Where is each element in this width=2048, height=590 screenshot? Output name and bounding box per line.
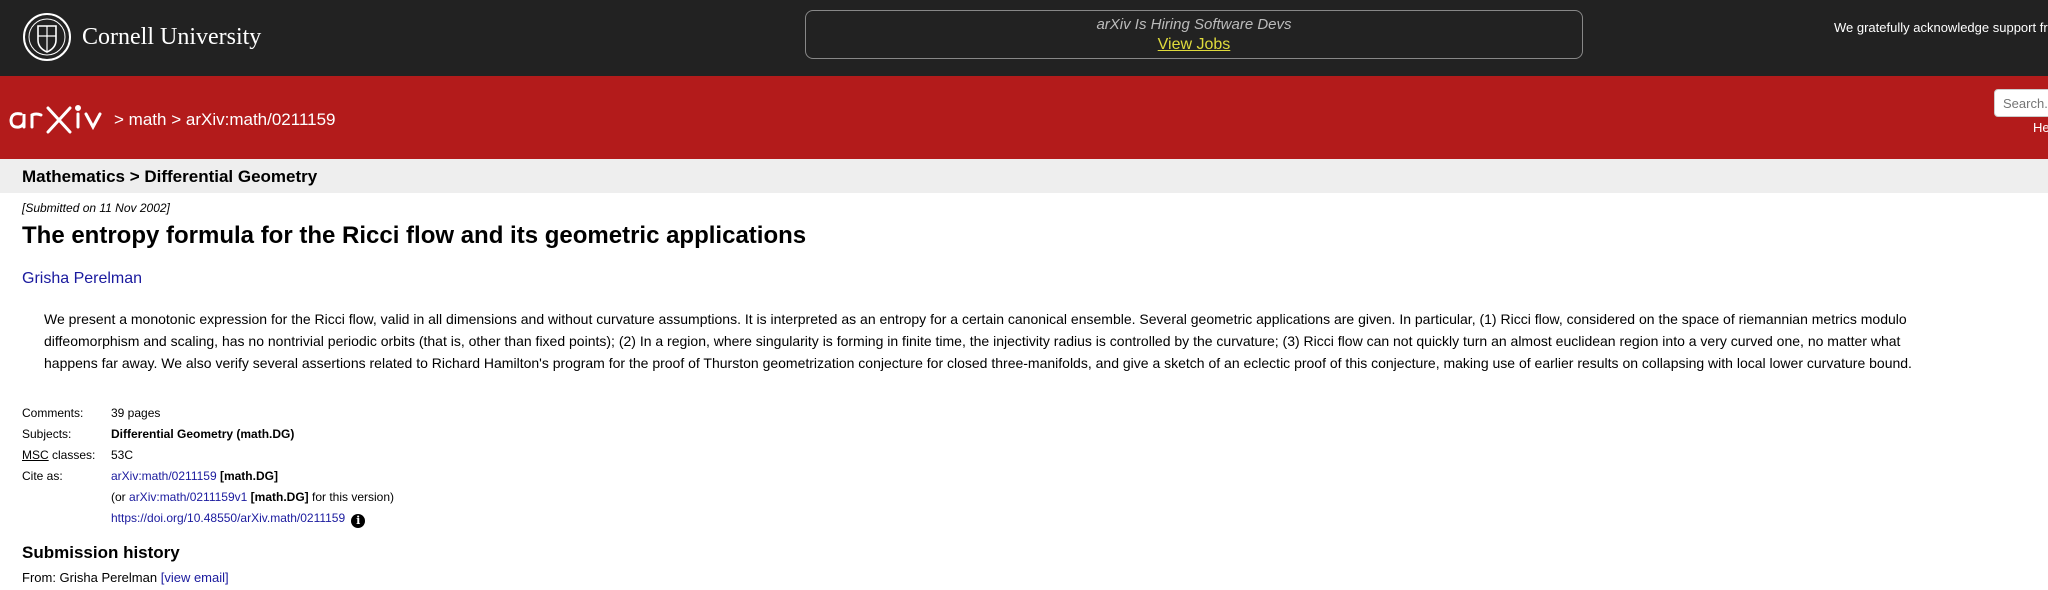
info-icon[interactable]: i: [351, 514, 366, 528]
msc-abbreviation[interactable]: MSC: [22, 448, 49, 462]
breadcrumb: > math > arXiv:math/0211159: [114, 110, 336, 130]
abstract-line: happens far away. We also verify several…: [44, 355, 1912, 371]
breadcrumb-separator: >: [171, 110, 182, 129]
breadcrumb-separator: >: [114, 110, 124, 129]
msc-label: MSC classes:: [22, 445, 111, 466]
paper-title: The entropy formula for the Ricci flow a…: [22, 222, 807, 249]
submission-from: From: Grisha Perelman [view email]: [22, 570, 229, 585]
abstract: We present a monotonic expression for th…: [44, 308, 2024, 374]
doi-row: https://doi.org/10.48550/arXiv.math/0211…: [22, 508, 394, 529]
cite-version-suffix: for this version): [312, 490, 395, 504]
submission-from-label: From: Grisha Perelman: [22, 570, 158, 585]
abstract-line: We present a monotonic expression for th…: [44, 311, 1907, 327]
cornell-home-link[interactable]: Cornell University: [22, 10, 261, 64]
cite-label: Cite as:: [22, 469, 63, 483]
msc-label-text: classes:: [52, 448, 96, 462]
arxiv-logo-icon: [9, 105, 102, 134]
comments-label: Comments:: [22, 406, 84, 420]
support-acknowledgement: We gratefully acknowledge support fr: [1834, 20, 2048, 35]
cite-version-category: [math.DG]: [250, 490, 309, 504]
breadcrumb-math-link[interactable]: math: [129, 110, 167, 129]
doi-value: https://doi.org/10.48550/arXiv.math/0211…: [111, 508, 366, 529]
cite-category: [math.DG]: [219, 469, 278, 483]
subject-bar: Mathematics > Differential Geometry: [0, 159, 2048, 193]
cornell-seal-icon: [23, 13, 71, 61]
cornell-university-name: Cornell University: [82, 23, 262, 50]
help-link[interactable]: He: [2033, 120, 2048, 135]
subject-heading: Mathematics > Differential Geometry: [22, 167, 318, 186]
metadata-table: Comments: 39 pages Subjects: Differentia…: [22, 403, 394, 529]
cite-row: Cite as: arXiv:math/0211159 [math.DG]: [22, 466, 394, 487]
cite-version-prefix: (or: [111, 490, 126, 504]
author-link[interactable]: Grisha Perelman: [22, 270, 142, 288]
subjects-row: Subjects: Differential Geometry (math.DG…: [22, 424, 394, 445]
cite-version-link[interactable]: arXiv:math/0211159v1: [129, 490, 247, 504]
doi-link[interactable]: https://doi.org/10.48550/arXiv.math/0211…: [111, 511, 345, 525]
top-bar: Cornell University arXiv Is Hiring Softw…: [0, 0, 2048, 76]
msc-row: MSC classes: 53C: [22, 445, 394, 466]
subjects-value: Differential Geometry (math.DG): [111, 427, 295, 441]
cite-version: (or arXiv:math/0211159v1 [math.DG] for t…: [111, 487, 394, 508]
abstract-line: diffeomorphism and scaling, has no nontr…: [44, 333, 1901, 349]
view-jobs-link[interactable]: View Jobs: [1158, 36, 1231, 54]
msc-value: 53C: [111, 448, 134, 462]
comments-value: 39 pages: [111, 406, 161, 420]
cite-id-link[interactable]: arXiv:math/0211159: [111, 469, 217, 483]
cite-version-row: (or arXiv:math/0211159v1 [math.DG] for t…: [22, 487, 394, 508]
subjects-label: Subjects:: [22, 427, 72, 441]
comments-row: Comments: 39 pages: [22, 403, 394, 424]
hiring-banner: arXiv Is Hiring Software Devs View Jobs: [805, 10, 1583, 59]
cite-value: arXiv:math/0211159 [math.DG]: [111, 466, 278, 487]
hiring-message: arXiv Is Hiring Software Devs: [1096, 16, 1292, 33]
view-email-link[interactable]: [view email]: [161, 570, 229, 585]
search-input[interactable]: [1994, 89, 2048, 117]
arxiv-header: > math > arXiv:math/0211159 He: [0, 76, 2048, 159]
submission-date: [Submitted on 11 Nov 2002]: [22, 201, 170, 215]
breadcrumb-paper-id: arXiv:math/0211159: [185, 110, 336, 129]
submission-history-heading: Submission history: [22, 543, 180, 562]
